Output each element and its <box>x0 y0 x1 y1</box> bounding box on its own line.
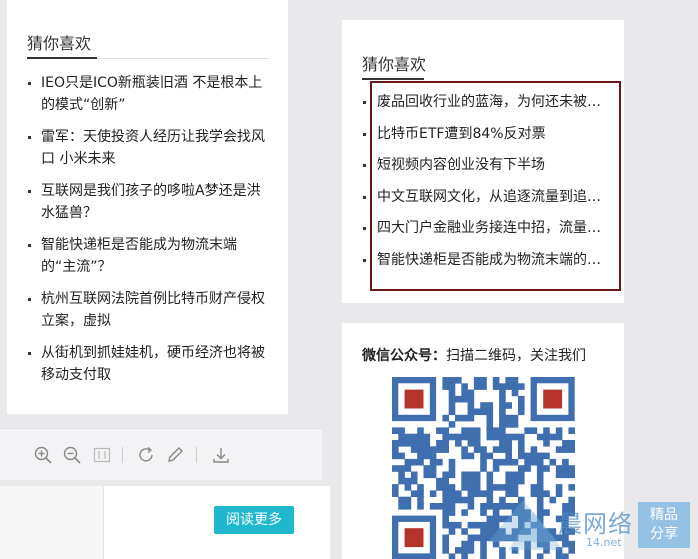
toolbar-divider <box>122 447 123 463</box>
left-recommend-item-4[interactable]: 智能快递柜是否能成为物流末端的“主流”？ <box>27 234 272 278</box>
watermark-domain: 14.net <box>586 536 622 549</box>
fit-page-icon[interactable] <box>92 445 112 465</box>
wechat-instruction: 扫描二维码，关注我们 <box>446 348 586 364</box>
left-recommend-panel: 猜你喜欢 IEO只是ICO新瓶装旧酒 不是根本上的模式“创新” 雷军：天使投资人… <box>7 0 288 414</box>
right-title-underline <box>362 78 424 80</box>
left-recommend-item-5[interactable]: 杭州互联网法院首例比特币财产侵权立案，虚拟 <box>27 288 272 332</box>
watermark-text: 晨网络 <box>558 510 633 538</box>
left-recommend-item-6[interactable]: 从街机到抓娃娃机，硬币经济也将被移动支付取 <box>27 342 272 386</box>
site-watermark: 晨网络 14.net 精品 分享 <box>478 492 698 559</box>
left-recommend-item-2[interactable]: 雷军：天使投资人经历让我学会找风口 小米未来 <box>27 126 272 170</box>
document-preview: 阅读更多 <box>0 486 330 559</box>
wechat-caption: 微信公众号：扫描二维码，关注我们 <box>362 345 622 365</box>
left-recommend-item-3[interactable]: 互联网是我们孩子的哆啦A梦还是洪水猛兽？ <box>27 180 272 224</box>
read-more-button[interactable]: 阅读更多 <box>214 506 294 534</box>
zoom-in-icon[interactable] <box>33 445 53 465</box>
watermark-badge: 精品 分享 <box>638 502 690 548</box>
zoom-out-icon[interactable] <box>62 445 82 465</box>
right-recommend-panel: 猜你喜欢 废品回收行业的蓝海，为何还未被开发 比特币ETF遭到84%反对票 短视… <box>342 20 624 303</box>
watermark-badge-line2: 分享 <box>650 526 678 542</box>
left-recommend-title: 猜你喜欢 <box>27 34 92 53</box>
document-gutter <box>0 486 104 559</box>
left-recommend-item-1[interactable]: IEO只是ICO新瓶装旧酒 不是根本上的模式“创新” <box>27 72 272 116</box>
pen-icon[interactable] <box>165 445 185 465</box>
wechat-label: 微信公众号： <box>362 348 446 364</box>
highlight-box <box>370 81 621 291</box>
viewer-toolbar <box>0 428 322 480</box>
right-recommend-title: 猜你喜欢 <box>362 55 427 74</box>
watermark-logo-icon <box>488 500 563 550</box>
download-icon[interactable] <box>211 445 231 465</box>
left-title-underline <box>27 57 97 59</box>
rotate-icon[interactable] <box>136 445 156 465</box>
watermark-badge-line1: 精品 <box>650 507 678 523</box>
left-recommend-list: IEO只是ICO新瓶装旧酒 不是根本上的模式“创新” 雷军：天使投资人经历让我学… <box>27 72 272 396</box>
toolbar-divider <box>196 447 197 463</box>
